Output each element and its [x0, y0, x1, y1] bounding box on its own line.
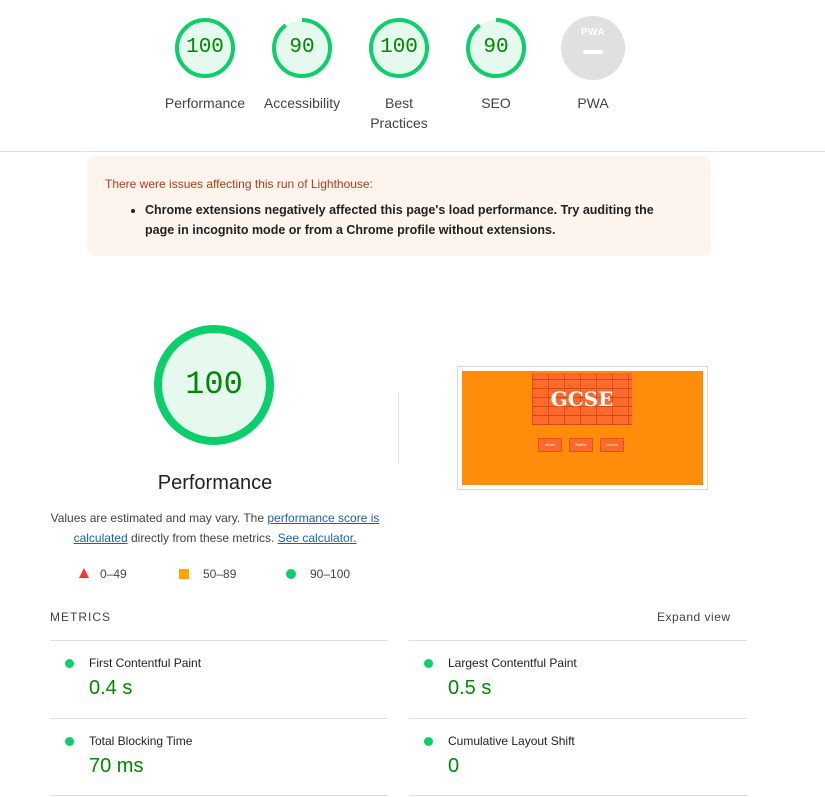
screenshot-button: Music [538, 438, 562, 452]
gauge-score: 100 [186, 36, 224, 59]
category-gauge-best-practices[interactable]: 100 Best Practices [349, 16, 449, 133]
metrics-header: METRICS [50, 610, 111, 624]
gauge-label: Accessibility [263, 95, 341, 111]
gauge-label: PWA [577, 95, 609, 111]
metric-name: First Contentful Paint [89, 656, 202, 670]
legend-label: 90–100 [310, 567, 351, 581]
metric-name: Largest Contentful Paint [448, 656, 577, 670]
expand-view-toggle[interactable]: Expand view [657, 610, 731, 624]
warning-item: Chrome extensions negatively affected th… [145, 200, 665, 240]
dash-icon [583, 50, 603, 54]
legend-fail: 0–49 [78, 566, 127, 582]
final-screenshot[interactable]: GCSE Music Maths Levels [457, 366, 708, 490]
gauge-ring: 90 [464, 16, 528, 80]
legend-label: 0–49 [100, 567, 127, 581]
category-gauge-accessibility[interactable]: 90 Accessibility [252, 16, 352, 113]
category-gauge-seo[interactable]: 90 SEO [446, 16, 546, 113]
screenshot-page: GCSE Music Maths Levels [462, 371, 703, 485]
warning-list: Chrome extensions negatively affected th… [105, 200, 665, 240]
warning-title: There were issues affecting this run of … [105, 177, 373, 191]
metric-divider [50, 718, 388, 719]
performance-title: Performance [157, 472, 273, 494]
gauge-ring: 90 [270, 16, 334, 80]
pass-circle-icon [424, 737, 433, 746]
screenshot-button: Maths [569, 438, 593, 452]
metric-value: 70 ms [89, 755, 144, 777]
legend-pass: 90–100 [286, 566, 350, 582]
performance-gauge: 100 [154, 325, 274, 445]
triangle-icon [79, 568, 89, 578]
gauge-score: 90 [483, 36, 509, 59]
see-calculator-link[interactable]: See calculator. [278, 531, 357, 545]
header-divider [0, 151, 825, 152]
metric-name: Total Blocking Time [89, 734, 193, 748]
description-text: Values are estimated and may vary. The [50, 511, 268, 525]
square-icon [179, 569, 189, 579]
metric-value: 0 [448, 755, 460, 777]
category-gauge-performance[interactable]: 100 Performance [155, 16, 255, 113]
description-text: directly from these metrics. [127, 531, 278, 545]
gauge-label: Performance [164, 95, 246, 111]
metric-name: Cumulative Layout Shift [448, 734, 575, 748]
gauge-label: Best Practices [370, 95, 428, 131]
gauge-score: 100 [380, 36, 418, 59]
pwa-badge-text: PWA [580, 27, 606, 38]
gauge-score: 90 [289, 36, 315, 59]
gauge-ring: 100 [367, 16, 431, 80]
brick-wall-banner: GCSE [532, 373, 632, 425]
pass-circle-icon [65, 659, 74, 668]
metric-divider [409, 718, 747, 719]
pass-circle-icon [424, 659, 433, 668]
screenshot-button: Levels [600, 438, 624, 452]
vertical-divider [398, 392, 399, 464]
pass-circle-icon [65, 737, 74, 746]
pwa-badge-icon: PWA [561, 16, 625, 80]
gauge-label: SEO [481, 95, 511, 111]
performance-score: 100 [185, 366, 243, 403]
metric-divider [50, 795, 388, 796]
screenshot-heading: GCSE [550, 387, 614, 411]
circle-icon [286, 569, 296, 579]
legend-label: 50–89 [203, 567, 237, 581]
metric-value: 0.4 s [89, 677, 133, 699]
metric-divider [409, 795, 747, 796]
category-gauge-pwa[interactable]: PWA PWA [543, 16, 643, 113]
legend-average: 50–89 [179, 566, 236, 582]
metric-divider [409, 640, 747, 641]
performance-description: Values are estimated and may vary. The p… [50, 508, 380, 548]
metric-value: 0.5 s [448, 677, 492, 699]
gauge-ring: 100 [173, 16, 237, 80]
run-warnings: There were issues affecting this run of … [87, 156, 711, 256]
metric-divider [50, 640, 388, 641]
